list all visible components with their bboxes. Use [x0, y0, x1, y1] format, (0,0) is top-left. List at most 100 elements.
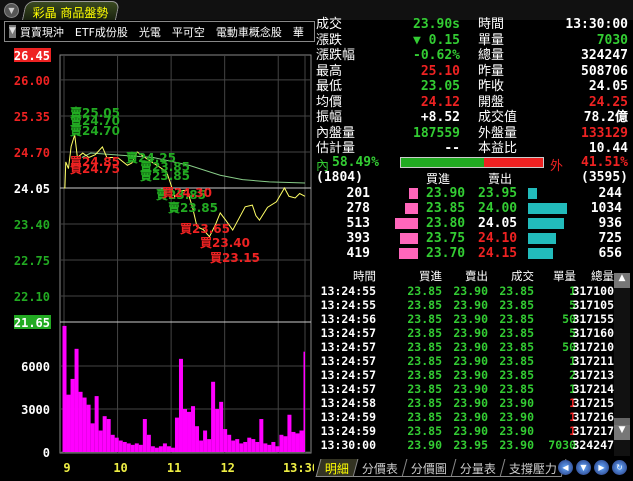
price-tick-label: 26.00 — [14, 74, 50, 88]
quote-row: 漲跌幅 -0.62% 總量 324247 — [314, 48, 632, 63]
trade-cell: 23.85 — [407, 424, 442, 438]
volume-bar — [110, 434, 115, 452]
volume-bar — [207, 439, 212, 452]
trade-cell: 23.90 — [453, 382, 488, 396]
bid-volume: 201 — [346, 186, 370, 201]
title-tab[interactable]: 彩晶 商品盤勢 — [21, 1, 121, 20]
scrollbar[interactable]: ▲ ▼ — [614, 273, 630, 456]
bid-price[interactable]: 23.70 — [426, 246, 465, 261]
bid-volume-bar — [409, 188, 418, 199]
category-item[interactable]: 買賣現沖 — [20, 24, 64, 40]
scroll-down-icon[interactable]: ▼ — [614, 425, 630, 440]
quote-row: 成交 23.90s 時間 13:30:00 — [314, 17, 632, 32]
trade-cell: 317160 — [572, 326, 614, 340]
bid-volume: 393 — [346, 231, 370, 246]
volume-bar — [114, 437, 119, 452]
volume-bar — [251, 439, 256, 452]
volume-tick-label: 6000 — [21, 360, 50, 374]
trade-row: 13:24:55 23.85 23.90 23.85 1 317100 — [314, 284, 614, 298]
volume-bar — [70, 378, 75, 452]
volume-bar — [195, 426, 200, 452]
quote-label: 總量 — [478, 48, 505, 63]
volume-bar — [243, 441, 248, 452]
chevron-down-icon[interactable]: ▼ — [4, 3, 19, 18]
quote-label: 外盤量 — [478, 125, 518, 141]
trade-annotation: 買23.65 — [180, 222, 230, 236]
category-item[interactable]: 電動車概念股 — [216, 24, 282, 40]
tab-0[interactable]: 明細 — [315, 459, 359, 477]
category-item[interactable]: 平可空 — [172, 24, 205, 40]
volume-bar — [166, 446, 171, 452]
bid-price[interactable]: 23.90 — [426, 186, 465, 201]
quote-value: 508706 — [581, 63, 628, 79]
trade-cell: 317213 — [572, 368, 614, 382]
trade-annotation: 賣24.70 — [69, 123, 120, 138]
trade-cell: 23.90 — [453, 424, 488, 438]
volume-bar — [275, 446, 280, 452]
nav-right-icon[interactable]: ▶ — [594, 460, 609, 475]
trade-cell: 23.90 — [499, 410, 534, 424]
ask-price[interactable]: 24.10 — [478, 231, 517, 246]
volume-bar — [170, 447, 175, 452]
ask-price[interactable]: 24.05 — [478, 216, 517, 231]
trade-annotation: 買24.75 — [70, 162, 120, 176]
quote-value: 133129 — [581, 125, 628, 141]
ask-volume-bar — [528, 233, 556, 244]
nav-left-icon[interactable]: ◀ — [558, 460, 573, 475]
volume-bar — [134, 443, 139, 452]
order-book: (1804) 買進 賣出 (3595) 201 23.90 23.95 244 278 2… — [314, 170, 632, 265]
volume-bar — [106, 419, 111, 452]
tab-label: 支撐壓力 — [508, 462, 557, 476]
quote-value: 78.2億 — [583, 110, 628, 125]
ask-price[interactable]: 24.15 — [478, 246, 517, 261]
trade-cell: 23.90 — [407, 438, 442, 452]
volume-bar — [94, 396, 99, 452]
trade-cell: 317210 — [572, 340, 614, 354]
quote-label: 成交 — [316, 17, 343, 32]
volume-bar — [299, 430, 304, 452]
bid-price[interactable]: 23.80 — [426, 216, 465, 231]
volume-bar — [267, 444, 272, 452]
category-item[interactable]: 光電 — [139, 24, 161, 40]
volume-bar — [191, 406, 196, 452]
ask-volume-bar — [528, 203, 567, 214]
trade-cell: 317214 — [572, 382, 614, 396]
trade-cell: 23.90 — [453, 354, 488, 368]
trade-row: 13:24:59 23.85 23.90 23.90 1 317217 — [314, 424, 614, 438]
ask-price[interactable]: 24.00 — [478, 201, 517, 216]
tab-3[interactable]: 分量表 — [450, 459, 506, 477]
trade-cell: 23.85 — [499, 354, 534, 368]
scroll-up-icon[interactable]: ▲ — [614, 273, 630, 288]
volume-bar — [199, 440, 204, 452]
bid-price[interactable]: 23.75 — [426, 231, 465, 246]
refresh-icon[interactable]: ↻ — [612, 460, 627, 475]
category-item[interactable]: 華 — [293, 24, 304, 40]
tab-4[interactable]: 支撐壓力 — [499, 459, 567, 477]
bid-volume-bar — [395, 218, 418, 229]
trade-cell: 23.85 — [499, 284, 534, 298]
ask-volume: 1034 — [590, 201, 622, 216]
ask-price[interactable]: 23.95 — [478, 186, 517, 201]
quote-label: 最高 — [316, 63, 343, 79]
volume-bar — [287, 414, 292, 452]
time-tick-label: 10 — [113, 461, 127, 475]
trade-cell: 23.85 — [499, 312, 534, 326]
price-tick-label: 24.05 — [14, 182, 50, 196]
tab-label: 明細 — [324, 462, 349, 476]
quote-value: 7030 — [596, 32, 628, 48]
order-book-row: 201 23.90 23.95 244 — [314, 186, 632, 201]
time-tick-label: 13:30 — [283, 461, 314, 475]
volume-tick-label: 3000 — [21, 403, 50, 417]
volume-bar — [279, 434, 284, 452]
category-item[interactable]: ETF成份股 — [75, 24, 128, 40]
volume-bar — [102, 416, 107, 452]
tab-2[interactable]: 分價圖 — [401, 459, 457, 477]
trade-cell: 23.85 — [407, 382, 442, 396]
tab-1[interactable]: 分價表 — [352, 459, 408, 477]
volume-bar — [74, 348, 79, 452]
nav-down-icon[interactable]: ▼ — [576, 460, 591, 475]
bid-price[interactable]: 23.85 — [426, 201, 465, 216]
trade-annotation: 買23.40 — [200, 236, 250, 250]
trade-row: 13:30:00 23.90 23.95 23.90 7030 324247 — [314, 438, 614, 452]
category-dropdown-icon[interactable]: ▼ — [9, 25, 16, 38]
